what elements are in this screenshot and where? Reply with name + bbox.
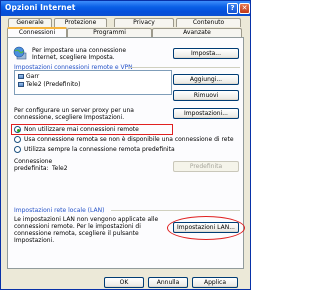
cancel-button[interactable]: Annulla xyxy=(148,277,188,288)
apply-button[interactable]: Applica xyxy=(192,277,238,288)
lan-settings-button[interactable]: Impostazioni LAN... xyxy=(173,222,239,233)
remove-button[interactable]: Rimuovi xyxy=(173,90,239,101)
dialup-icon xyxy=(18,74,24,79)
lan-description: Le impostazioni LAN non vengono applicat… xyxy=(14,216,159,244)
proxy-description: Per configurare un server proxy per una … xyxy=(14,107,134,121)
internet-options-dialog: Opzioni Internet ? ✕ Generale Protezione… xyxy=(0,0,251,290)
proxy-settings-button[interactable]: Impostazioni... xyxy=(173,108,239,119)
title-bar[interactable]: Opzioni Internet ? ✕ xyxy=(1,1,250,16)
connection-list[interactable]: Garr Tele2 (Predefinito) xyxy=(14,70,172,95)
radio-selected-icon xyxy=(14,126,21,133)
list-item[interactable]: Garr xyxy=(18,73,39,80)
ok-button[interactable]: OK xyxy=(104,277,144,288)
tab-protezione[interactable]: Protezione xyxy=(54,18,107,27)
connections-panel: Per impostare una connessione Internet, … xyxy=(7,37,245,269)
set-default-button[interactable]: Predefinita xyxy=(173,161,239,172)
current-connection-label: Connessione predefinita: xyxy=(14,158,53,172)
tab-programmi[interactable]: Programmi xyxy=(67,28,152,37)
add-button[interactable]: Aggiungi... xyxy=(173,74,239,85)
tab-connessioni[interactable]: Connessioni xyxy=(7,27,67,37)
lan-section-rule xyxy=(111,210,240,211)
internet-connection-icon xyxy=(13,46,27,60)
window-title: Opzioni Internet xyxy=(5,3,76,12)
tab-generale[interactable]: Generale xyxy=(8,18,52,27)
remote-section-rule xyxy=(128,67,240,68)
current-connection-value: Tele2 xyxy=(52,165,68,172)
close-button[interactable]: ✕ xyxy=(239,3,250,14)
setup-description: Per impostare una connessione Internet, … xyxy=(32,47,127,61)
tab-contenuto[interactable]: Contenuto xyxy=(176,18,241,27)
lan-section-label: Impostazioni rete locale (LAN) xyxy=(14,207,105,214)
radio-dial-when-no-network[interactable]: Usa connessione remota se non è disponib… xyxy=(14,136,234,143)
tab-privacy[interactable]: Privacy xyxy=(114,18,174,27)
radio-never-dial[interactable]: Non utilizzare mai connessioni remote xyxy=(14,126,139,133)
radio-icon xyxy=(14,136,21,143)
radio-always-dial[interactable]: Utilizza sempre la connessione remota pr… xyxy=(14,146,175,153)
tab-avanzate[interactable]: Avanzate xyxy=(152,28,242,37)
radio-icon xyxy=(14,146,21,153)
dialup-icon xyxy=(18,82,24,87)
setup-button[interactable]: Imposta... xyxy=(173,48,239,59)
help-button[interactable]: ? xyxy=(227,3,238,14)
list-item[interactable]: Tele2 (Predefinito) xyxy=(18,81,80,88)
